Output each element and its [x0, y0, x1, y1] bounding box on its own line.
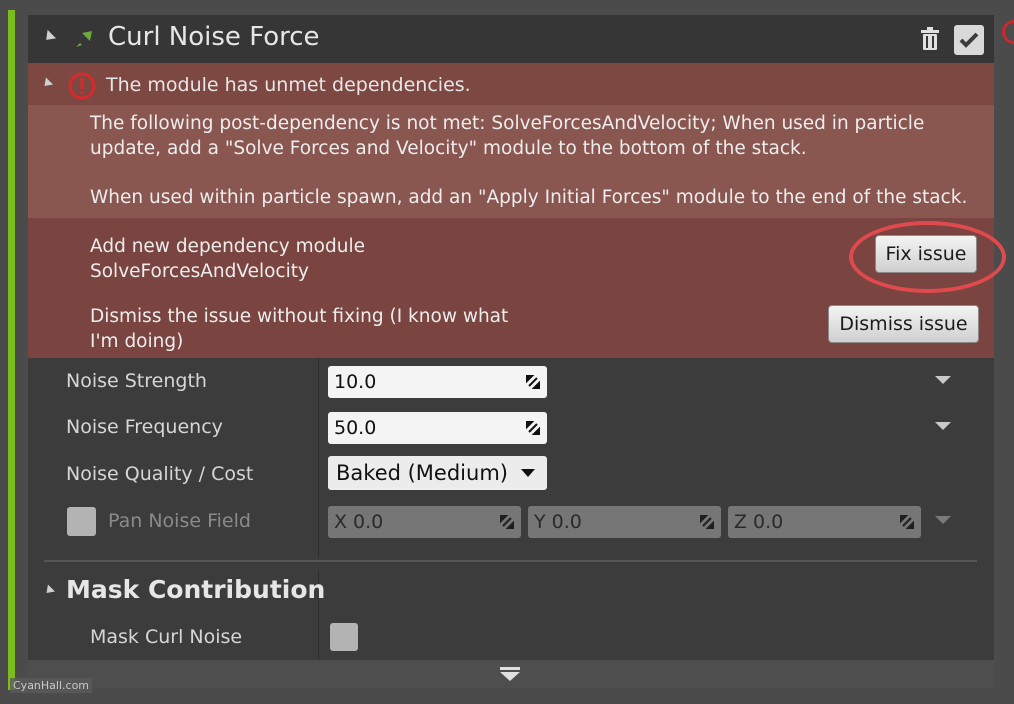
- issue-description-line: The following post-dependency is not met…: [90, 113, 925, 134]
- drag-grip-icon[interactable]: [526, 375, 540, 389]
- drag-grip-icon[interactable]: [526, 421, 540, 435]
- issue-description: The following post-dependency is not met…: [28, 105, 994, 218]
- expand-footer[interactable]: [28, 660, 994, 688]
- arrow-force-icon: [76, 31, 92, 47]
- issue-description-line: When used within particle spawn, add an …: [90, 187, 968, 208]
- noise-quality-label: Noise Quality / Cost: [66, 463, 254, 485]
- column-divider[interactable]: [318, 358, 319, 558]
- checkmark-icon: [959, 32, 979, 48]
- chevron-down-icon: [521, 469, 535, 477]
- fix-description: SolveForcesAndVelocity: [90, 261, 309, 282]
- watermark: CyanHall.com: [10, 678, 93, 693]
- issue-title: The module has unmet dependencies.: [106, 74, 471, 96]
- noise-quality-select[interactable]: Baked (Medium): [328, 456, 547, 490]
- module-title: Curl Noise Force: [108, 22, 320, 52]
- noise-strength-input[interactable]: 10.0: [328, 366, 547, 398]
- highlight-circle: [849, 221, 1006, 293]
- issue-fix-options: Add new dependency module SolveForcesAnd…: [28, 218, 1006, 358]
- module-enable-checkbox[interactable]: [954, 25, 984, 55]
- noise-frequency-input[interactable]: 50.0: [328, 412, 547, 444]
- issue-panel: The module has unmet dependencies. The f…: [28, 63, 1006, 358]
- dismiss-description: Dismiss the issue without fixing (I know…: [90, 306, 509, 327]
- dismiss-description: I'm doing): [90, 331, 184, 352]
- pan-noise-z-input[interactable]: Z 0.0: [728, 506, 921, 538]
- dismiss-issue-button[interactable]: Dismiss issue: [828, 305, 979, 343]
- pan-noise-field-checkbox[interactable]: [67, 507, 96, 536]
- pan-noise-dropdown-icon[interactable]: [935, 516, 951, 524]
- noise-frequency-label: Noise Frequency: [66, 416, 223, 438]
- issue-header[interactable]: The module has unmet dependencies.: [28, 63, 994, 105]
- drag-grip-icon[interactable]: [900, 515, 914, 529]
- section-divider: [44, 560, 977, 562]
- module-accent-bar: [8, 10, 15, 690]
- alert-icon: [1002, 20, 1014, 44]
- noise-strength-label: Noise Strength: [66, 370, 207, 392]
- collapse-arrow-icon[interactable]: [41, 29, 57, 45]
- issue-description-line: update, add a "Solve Forces and Velocity…: [90, 138, 807, 159]
- error-alert-icon: [68, 72, 96, 100]
- module-header[interactable]: Curl Noise Force: [28, 15, 994, 63]
- fix-description: Add new dependency module: [90, 236, 365, 257]
- expand-down-icon[interactable]: [500, 667, 520, 681]
- mask-curl-noise-label: Mask Curl Noise: [90, 626, 243, 648]
- noise-frequency-dropdown-icon[interactable]: [935, 422, 951, 430]
- noise-strength-dropdown-icon[interactable]: [935, 376, 951, 384]
- drag-grip-icon[interactable]: [500, 515, 514, 529]
- pan-noise-field-label: Pan Noise Field: [108, 510, 251, 532]
- mask-collapse-arrow-icon[interactable]: [42, 584, 56, 597]
- pan-noise-y-input[interactable]: Y 0.0: [528, 506, 721, 538]
- pan-noise-x-input[interactable]: X 0.0: [328, 506, 521, 538]
- drag-grip-icon[interactable]: [700, 515, 714, 529]
- mask-curl-noise-checkbox[interactable]: [330, 623, 358, 651]
- mask-section-title: Mask Contribution: [66, 575, 326, 604]
- module-properties: Noise Strength 10.0 Noise Frequency 50.0…: [28, 358, 994, 660]
- issue-collapse-arrow-icon[interactable]: [40, 77, 54, 90]
- trash-icon[interactable]: [918, 26, 942, 52]
